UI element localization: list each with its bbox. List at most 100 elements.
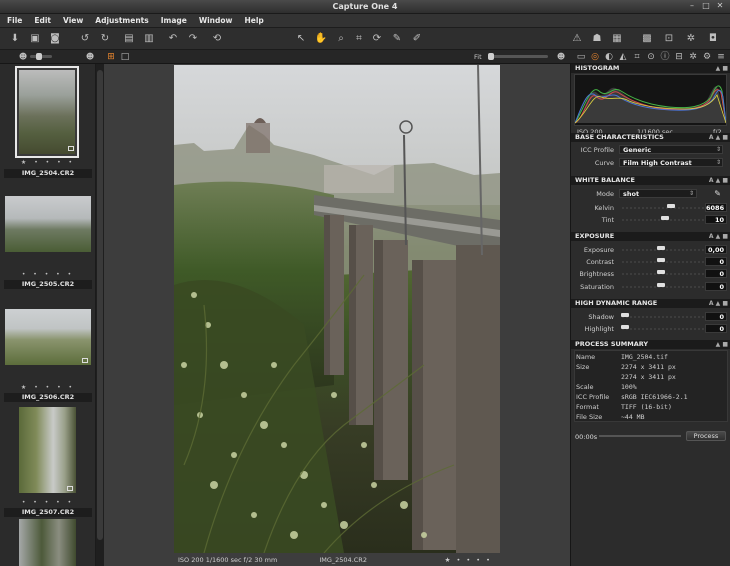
- maximize-icon[interactable]: □: [700, 1, 712, 11]
- copy-adjustments-icon[interactable]: ▦: [610, 32, 624, 46]
- viewer-rating[interactable]: ★ • • • •: [445, 556, 492, 564]
- menu-adjustments[interactable]: Adjustments: [95, 16, 148, 25]
- highlight-slider[interactable]: [621, 325, 705, 330]
- menu-edit[interactable]: Edit: [34, 16, 51, 25]
- pointer-icon[interactable]: ↖: [294, 32, 308, 46]
- exposure-value[interactable]: 0,00: [705, 245, 727, 254]
- rotate-right-icon[interactable]: ↻: [98, 32, 112, 46]
- thumbnail-image[interactable]: [5, 196, 91, 252]
- undo-icon[interactable]: ↶: [166, 32, 180, 46]
- kelvin-value[interactable]: 6086: [705, 203, 727, 212]
- person-icon[interactable]: ☻: [16, 50, 30, 64]
- adjust-icon[interactable]: ✐: [410, 32, 424, 46]
- straighten-icon[interactable]: ⟳: [370, 32, 384, 46]
- kelvin-slider[interactable]: [621, 204, 705, 209]
- browser-scrollbar[interactable]: [96, 64, 104, 566]
- saturation-value[interactable]: 0: [705, 282, 727, 291]
- menu-window[interactable]: Window: [199, 16, 233, 25]
- process-button[interactable]: Process: [686, 431, 726, 441]
- grid-view-icon[interactable]: ⊞: [104, 50, 118, 64]
- zoom-slider[interactable]: [488, 53, 548, 60]
- process-summary-header[interactable]: PROCESS SUMMARY ▲ ■: [571, 340, 730, 349]
- gear-icon[interactable]: ✲: [686, 50, 700, 64]
- thumbnail-image[interactable]: [19, 407, 76, 493]
- focus-tab-icon[interactable]: ⊙: [644, 50, 658, 64]
- contrast-slider[interactable]: [621, 258, 705, 263]
- thumbnail-image[interactable]: [19, 519, 76, 566]
- rotate-left-icon[interactable]: ↺: [78, 32, 92, 46]
- crop-icon[interactable]: ⌗: [352, 32, 366, 46]
- exposure-slider[interactable]: [621, 246, 705, 251]
- rating-stars[interactable]: ★ • • • •: [0, 159, 95, 166]
- thumbnail-image[interactable]: [5, 309, 91, 365]
- histogram-chart: [574, 74, 727, 126]
- viewer-filename: IMG_2504.CR2: [319, 556, 367, 564]
- shadow-slider[interactable]: [621, 313, 705, 318]
- fit-label[interactable]: Fit: [474, 53, 482, 61]
- rating-stars[interactable]: ★ • • • •: [0, 384, 95, 391]
- warning-icon[interactable]: ⚠: [570, 32, 584, 46]
- tint-value[interactable]: 10: [705, 215, 727, 224]
- single-view-icon[interactable]: □: [118, 50, 132, 64]
- info-tab-icon[interactable]: ⓘ: [658, 50, 672, 64]
- rating-stars[interactable]: • • • • •: [0, 271, 95, 278]
- capture-icon[interactable]: ▣: [28, 32, 42, 46]
- dropdown-icon[interactable]: ⇕: [716, 158, 721, 168]
- base-characteristics-header[interactable]: BASE CHARACTERISTICS A ▲ ■: [571, 133, 730, 142]
- person-icon[interactable]: ☻: [554, 50, 568, 64]
- process-progress-bar: [599, 435, 681, 437]
- contrast-value[interactable]: 0: [705, 257, 727, 266]
- shadow-value[interactable]: 0: [705, 312, 727, 321]
- batch-icon[interactable]: ▩: [640, 32, 654, 46]
- saturation-slider[interactable]: [621, 283, 705, 288]
- curve-select[interactable]: Film High Contrast: [619, 158, 723, 167]
- menu-image[interactable]: Image: [161, 16, 187, 25]
- batch-tab-icon[interactable]: ⚙: [700, 50, 714, 64]
- picker-icon[interactable]: ✎: [390, 32, 404, 46]
- thumbnail-filename: IMG_2507.CR2: [4, 508, 92, 517]
- thumbnail-image[interactable]: [19, 70, 75, 154]
- menu-file[interactable]: File: [7, 16, 22, 25]
- camera-icon[interactable]: ◙: [48, 32, 62, 46]
- sliders-tab-icon[interactable]: ≡: [714, 50, 728, 64]
- thumb-size-slider[interactable]: [30, 53, 52, 60]
- icc-profile-select[interactable]: Generic: [619, 145, 723, 154]
- histogram-header[interactable]: HISTOGRAM ▲ ■: [571, 64, 730, 73]
- user-icon[interactable]: ☗: [590, 32, 604, 46]
- close-icon[interactable]: ✕: [714, 1, 726, 11]
- crop-tab-icon[interactable]: ⌗: [630, 50, 644, 64]
- hdr-header[interactable]: HIGH DYNAMIC RANGE A ▲ ■: [571, 299, 730, 308]
- person-icon[interactable]: ☻: [83, 50, 97, 64]
- menu-view[interactable]: View: [63, 16, 83, 25]
- exposure-tab-icon[interactable]: ◐: [602, 50, 616, 64]
- folder-icon[interactable]: ▤: [122, 32, 136, 46]
- hand-icon[interactable]: ✋: [314, 32, 328, 46]
- rating-stars[interactable]: • • • • •: [0, 499, 95, 506]
- redo-icon[interactable]: ↷: [186, 32, 200, 46]
- eyedropper-icon[interactable]: ✎: [714, 189, 721, 199]
- settings-icon[interactable]: ✲: [684, 32, 698, 46]
- reset-icon[interactable]: ⟲: [210, 32, 224, 46]
- zoom-icon[interactable]: ⌕: [334, 32, 348, 46]
- brightness-value[interactable]: 0: [705, 269, 727, 278]
- import-icon[interactable]: ⬇: [8, 32, 22, 46]
- menu-help[interactable]: Help: [244, 16, 263, 25]
- output-tab-icon[interactable]: ⊟: [672, 50, 686, 64]
- exposure-header[interactable]: EXPOSURE A ▲ ■: [571, 232, 730, 241]
- main-photo[interactable]: [174, 65, 500, 553]
- highlight-value[interactable]: 0: [705, 324, 727, 333]
- white-balance-header[interactable]: WHITE BALANCE A ▲ ■: [571, 176, 730, 185]
- ps-size-row: Size 2274 x 3411 px: [576, 363, 676, 371]
- minimize-icon[interactable]: –: [686, 1, 698, 11]
- dropdown-icon[interactable]: ⇕: [689, 189, 694, 199]
- folder-tab-icon[interactable]: ▭: [574, 50, 588, 64]
- camera-settings-icon[interactable]: ◘: [706, 32, 720, 46]
- trash-icon[interactable]: ▥: [142, 32, 156, 46]
- brightness-slider[interactable]: [621, 270, 705, 275]
- color-tab-icon[interactable]: ◎: [588, 50, 602, 64]
- dropdown-icon[interactable]: ⇕: [716, 145, 721, 155]
- lens-tab-icon[interactable]: ◭: [616, 50, 630, 64]
- wb-mode-select[interactable]: shot: [619, 189, 697, 198]
- tint-slider[interactable]: [621, 216, 705, 221]
- export-icon[interactable]: ⊡: [662, 32, 676, 46]
